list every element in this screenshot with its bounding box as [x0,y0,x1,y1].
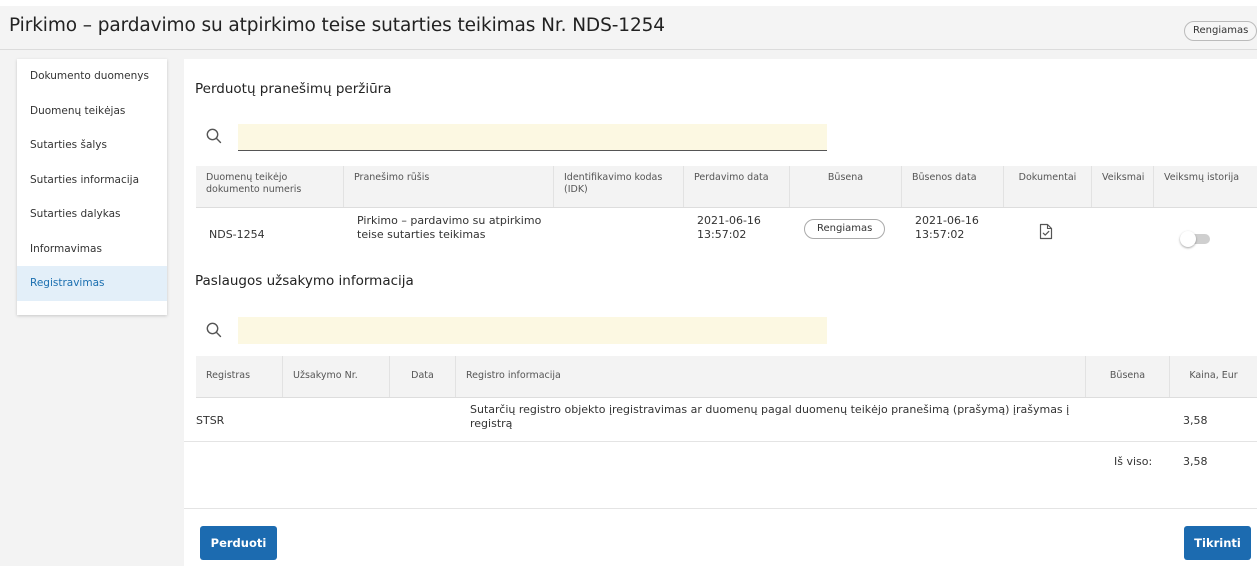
order-section-title: Paslaugos užsakymo informacija [195,273,414,289]
sidebar-item-dokumento-duomenys[interactable]: Dokumento duomenys [17,59,167,94]
cell-registry-info: Sutarčių registro objekto įregistravimas… [470,403,1070,430]
action-history-toggle[interactable] [1180,231,1212,247]
messages-section-title: Perduotų pranešimų peržiūra [195,81,392,97]
order-table-header: Registras Užsakymo Nr. Data Registro inf… [196,356,1257,398]
sidebar-item-informavimas[interactable]: Informavimas [17,232,167,267]
total-value: 3,58 [1183,455,1208,468]
col-header-documents: Dokumentai [1004,166,1092,207]
col-header-message-type: Pranešimo rūšis [344,166,554,207]
order-search-input[interactable] [238,317,827,344]
page-header: Pirkimo – pardavimo su atpirkimo teise s… [0,6,1257,50]
cell-transfer-time: 13:57:02 [697,228,747,241]
toggle-knob [1180,231,1196,247]
sidebar-item-registravimas[interactable]: Registravimas [17,266,167,301]
col-header-transfer-date: Perdavimo data [684,166,790,207]
col-header-order-no: Užsakymo Nr. [283,356,390,397]
main-panel: Perduotų pranešimų peržiūra Duomenų teik… [184,59,1257,566]
col-header-registry-info: Registro informacija [456,356,1086,397]
col-header-idk: Identifikavimo kodas (IDK) [554,166,684,207]
col-header-date: Data [390,356,456,397]
col-header-actions: Veiksmai [1092,166,1154,207]
col-header-status-date: Būsenos data [902,166,1004,207]
check-button[interactable]: Tikrinti [1184,526,1251,560]
col-header-doc-number: Duomenų teikėjo dokumento numeris [196,166,344,207]
sidebar-item-sutarties-informacija[interactable]: Sutarties informacija [17,163,167,198]
status-badge: Rengiamas [804,219,886,239]
cell-price: 3,58 [1183,414,1208,427]
submit-button[interactable]: Perduoti [200,526,277,560]
status-badge: Rengiamas [1184,21,1257,41]
search-icon [206,128,222,144]
sidebar-item-sutarties-salys[interactable]: Sutarties šalys [17,128,167,163]
cell-registry: STSR [196,414,225,427]
messages-search-input[interactable] [238,124,827,151]
cell-status-date: 2021-06-16 [915,214,979,227]
col-header-status: Būsena [790,166,902,207]
footer-divider [184,508,1257,509]
search-icon [206,322,222,338]
cell-transfer-date: 2021-06-16 [697,214,761,227]
sidebar-item-duomenu-teikejas[interactable]: Duomenų teikėjas [17,94,167,129]
sidebar-nav: Dokumento duomenys Duomenų teikėjas Suta… [17,59,167,315]
document-check-icon[interactable] [1039,223,1053,240]
col-header-registry: Registras [196,356,283,397]
col-header-action-history: Veiksmų istorija [1164,172,1240,183]
total-label: Iš viso: [1114,455,1153,468]
messages-table-header: Duomenų teikėjo dokumento numeris Praneš… [196,166,1257,208]
col-header-price: Kaina, Eur [1189,370,1238,381]
cell-message-type: Pirkimo – pardavimo su atpirkimo teise s… [357,214,542,241]
col-header-order-status: Būsena [1086,356,1170,397]
cell-doc-number: NDS-1254 [209,228,265,241]
cell-status-time: 13:57:02 [915,228,965,241]
row-divider [184,441,1257,442]
page-title: Pirkimo – pardavimo su atpirkimo teise s… [9,15,665,36]
sidebar-item-sutarties-dalykas[interactable]: Sutarties dalykas [17,197,167,232]
